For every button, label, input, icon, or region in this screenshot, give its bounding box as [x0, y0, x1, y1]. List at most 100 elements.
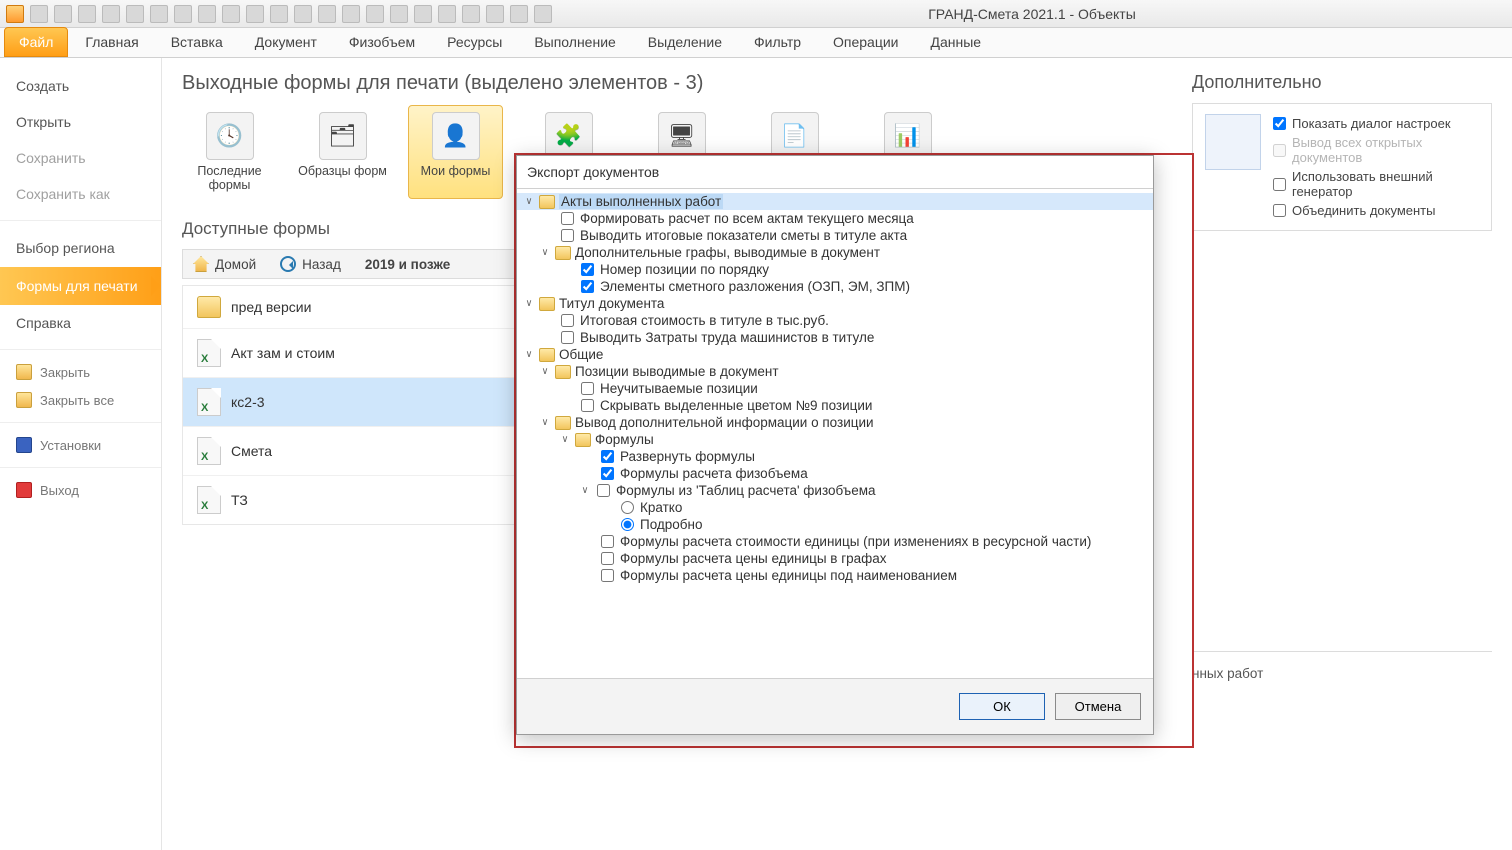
- qat-icon[interactable]: [510, 5, 528, 23]
- radio[interactable]: [621, 501, 634, 514]
- tree-leaf[interactable]: Выводить Затраты труда машинистов в титу…: [517, 329, 1153, 346]
- checkbox[interactable]: [581, 382, 594, 395]
- tree-leaf[interactable]: Кратко: [517, 499, 1153, 516]
- tree-leaf[interactable]: Неучитываемые позиции: [517, 380, 1153, 397]
- tab-insert[interactable]: Вставка: [156, 27, 238, 57]
- qat-icon[interactable]: [246, 5, 264, 23]
- bs-exit[interactable]: Выход: [0, 476, 161, 504]
- bs-region[interactable]: Выбор региона: [0, 229, 161, 267]
- checkbox[interactable]: [601, 467, 614, 480]
- checkbox[interactable]: [601, 535, 614, 548]
- qat-icon[interactable]: [174, 5, 192, 23]
- checkbox[interactable]: [581, 263, 594, 276]
- checkbox[interactable]: [601, 569, 614, 582]
- qat-icon[interactable]: [30, 5, 48, 23]
- collapse-icon[interactable]: ∨: [579, 485, 591, 496]
- checkbox[interactable]: [597, 484, 610, 497]
- tree-leaf[interactable]: Формулы расчета физобъема: [517, 465, 1153, 482]
- checkbox[interactable]: [561, 229, 574, 242]
- tab-filter[interactable]: Фильтр: [739, 27, 816, 57]
- qat-icon[interactable]: [54, 5, 72, 23]
- opt-output-all[interactable]: Вывод всех открытых документов: [1273, 133, 1479, 167]
- qat-icon[interactable]: [198, 5, 216, 23]
- collapse-icon[interactable]: ∨: [523, 349, 535, 360]
- qat-icon[interactable]: [366, 5, 384, 23]
- checkbox[interactable]: [1273, 117, 1286, 130]
- tab-selection[interactable]: Выделение: [633, 27, 737, 57]
- qat-icon[interactable]: [126, 5, 144, 23]
- checkbox[interactable]: [581, 399, 594, 412]
- tree-node[interactable]: ∨Общие: [517, 346, 1153, 363]
- nav-back[interactable]: Назад: [280, 256, 341, 272]
- qat-icon[interactable]: [534, 5, 552, 23]
- tree-node[interactable]: ∨Позиции выводимые в документ: [517, 363, 1153, 380]
- collapse-icon[interactable]: ∨: [523, 196, 535, 207]
- form-card-samples[interactable]: Образцы форм: [295, 105, 390, 199]
- nav-home[interactable]: Домой: [193, 256, 256, 272]
- cancel-button[interactable]: Отмена: [1055, 693, 1141, 720]
- checkbox[interactable]: [1273, 204, 1286, 217]
- tree-leaf[interactable]: Формулы расчета цены единицы под наимено…: [517, 567, 1153, 584]
- tree-leaf[interactable]: Подробно: [517, 516, 1153, 533]
- checkbox[interactable]: [561, 212, 574, 225]
- checkbox[interactable]: [561, 331, 574, 344]
- tab-operations[interactable]: Операции: [818, 27, 914, 57]
- tree-node[interactable]: ∨Дополнительные графы, выводимые в докум…: [517, 244, 1153, 261]
- opt-show-dialog[interactable]: Показать диалог настроек: [1273, 114, 1479, 133]
- tree-leaf[interactable]: Итоговая стоимость в титуле в тыс.руб.: [517, 312, 1153, 329]
- bs-close[interactable]: Закрыть: [0, 358, 161, 386]
- opt-external-gen[interactable]: Использовать внешний генератор: [1273, 167, 1479, 201]
- tree-leaf[interactable]: Элементы сметного разложения (ОЗП, ЭМ, З…: [517, 278, 1153, 295]
- bs-close-all[interactable]: Закрыть все: [0, 386, 161, 414]
- ok-button[interactable]: ОК: [959, 693, 1045, 720]
- checkbox[interactable]: [1273, 178, 1286, 191]
- bs-open[interactable]: Открыть: [0, 104, 161, 140]
- bs-forms[interactable]: Формы для печати: [0, 267, 161, 305]
- opt-merge-docs[interactable]: Объединить документы: [1273, 201, 1479, 220]
- form-card-recent[interactable]: Последние формы: [182, 105, 277, 199]
- tree-node[interactable]: ∨Акты выполненных работ: [517, 193, 1153, 210]
- tree-node[interactable]: ∨Вывод дополнительной информации о позиц…: [517, 414, 1153, 431]
- tab-document[interactable]: Документ: [240, 27, 332, 57]
- bs-help[interactable]: Справка: [0, 305, 161, 341]
- tree-leaf[interactable]: Скрывать выделенные цветом №9 позиции: [517, 397, 1153, 414]
- tree-leaf[interactable]: Номер позиции по порядку: [517, 261, 1153, 278]
- checkbox[interactable]: [601, 552, 614, 565]
- form-card-my[interactable]: Мои формы: [408, 105, 503, 199]
- qat-icon[interactable]: [438, 5, 456, 23]
- qat-icon[interactable]: [78, 5, 96, 23]
- tab-execution[interactable]: Выполнение: [519, 27, 630, 57]
- bs-create[interactable]: Создать: [0, 68, 161, 104]
- qat-icon[interactable]: [102, 5, 120, 23]
- qat-icon[interactable]: [342, 5, 360, 23]
- qat-icon[interactable]: [318, 5, 336, 23]
- tree-leaf[interactable]: Формулы расчета стоимости единицы (при и…: [517, 533, 1153, 550]
- tab-home[interactable]: Главная: [70, 27, 153, 57]
- tree-leaf[interactable]: Выводить итоговые показатели сметы в тит…: [517, 227, 1153, 244]
- qat-icon[interactable]: [462, 5, 480, 23]
- dialog-tree[interactable]: ∨Акты выполненных работ Формировать расч…: [517, 188, 1153, 679]
- checkbox[interactable]: [601, 450, 614, 463]
- qat-icon[interactable]: [222, 5, 240, 23]
- collapse-icon[interactable]: ∨: [523, 298, 535, 309]
- bs-save-as[interactable]: Сохранить как: [0, 176, 161, 212]
- tree-node[interactable]: ∨Формулы: [517, 431, 1153, 448]
- checkbox[interactable]: [581, 280, 594, 293]
- collapse-icon[interactable]: ∨: [539, 247, 551, 258]
- bs-settings[interactable]: Установки: [0, 431, 161, 459]
- tree-node[interactable]: ∨Титул документа: [517, 295, 1153, 312]
- tree-leaf[interactable]: Формулы расчета цены единицы в графах: [517, 550, 1153, 567]
- tree-leaf[interactable]: Развернуть формулы: [517, 448, 1153, 465]
- qat-icon[interactable]: [270, 5, 288, 23]
- collapse-icon[interactable]: ∨: [559, 434, 571, 445]
- tree-leaf[interactable]: Формировать расчет по всем актам текущег…: [517, 210, 1153, 227]
- qat-icon[interactable]: [150, 5, 168, 23]
- checkbox[interactable]: [561, 314, 574, 327]
- tab-phys[interactable]: Физобъем: [334, 27, 430, 57]
- collapse-icon[interactable]: ∨: [539, 417, 551, 428]
- qat-icon[interactable]: [390, 5, 408, 23]
- bs-save[interactable]: Сохранить: [0, 140, 161, 176]
- tree-node[interactable]: ∨Формулы из 'Таблиц расчета' физобъема: [517, 482, 1153, 499]
- qat-icon[interactable]: [414, 5, 432, 23]
- tab-resources[interactable]: Ресурсы: [432, 27, 517, 57]
